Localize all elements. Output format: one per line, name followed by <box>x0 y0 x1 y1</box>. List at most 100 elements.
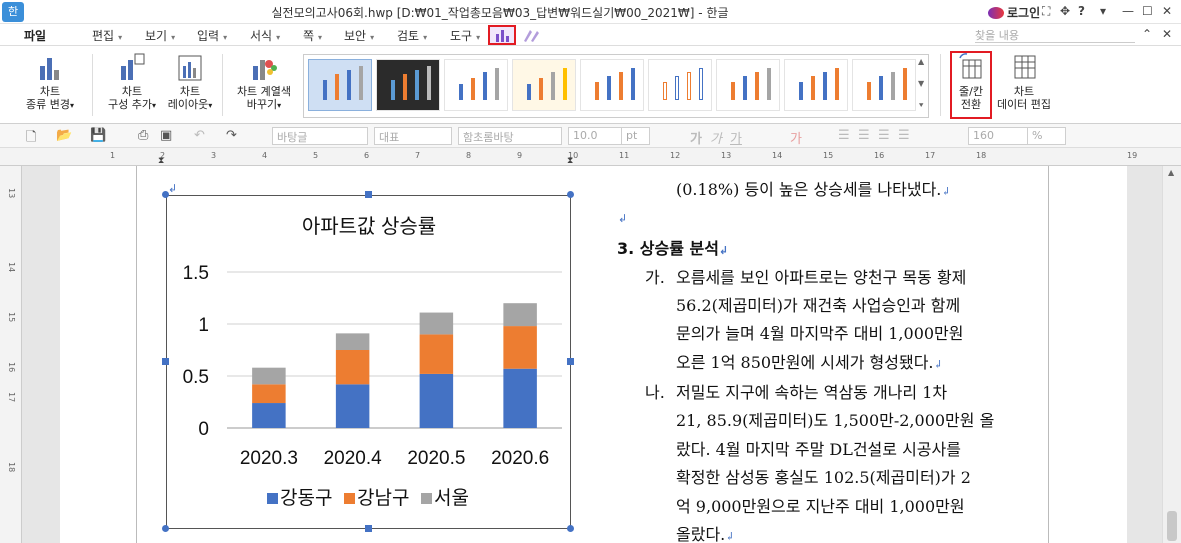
bar-segment[interactable] <box>335 384 370 428</box>
undo-icon[interactable]: ↶ <box>194 128 205 143</box>
font-size-input[interactable]: 10.0 <box>568 127 622 145</box>
font-color-icon[interactable]: 가 <box>790 128 802 147</box>
body-line[interactable]: 랐다. 4월 마지막 주말 DL건설로 시공사를 <box>676 436 961 460</box>
underline-icon[interactable]: 가 <box>730 128 742 147</box>
italic-icon[interactable]: 가 <box>710 128 722 147</box>
bar-segment[interactable] <box>419 373 454 428</box>
right-indent-marker-icon[interactable]: ⧗ <box>567 156 573 166</box>
vertical-scrollbar[interactable]: ▲ <box>1162 166 1181 543</box>
gallery-more-icon[interactable]: ⯆ <box>918 101 924 111</box>
fullscreen-icon[interactable]: ⛶ <box>1042 4 1050 19</box>
resize-handle[interactable] <box>162 525 169 532</box>
align-justify-icon[interactable]: ☰ <box>838 128 850 143</box>
chart-style-gallery[interactable]: ▲ ▼ ⯆ <box>303 54 929 118</box>
ribbon-toggle-icon[interactable]: ▾ <box>1100 4 1106 18</box>
menu-view[interactable]: 보기 ▾ <box>145 27 175 44</box>
chart-style-thumb[interactable] <box>512 59 576 111</box>
bar-segment[interactable] <box>335 333 370 350</box>
chart-style-thumb[interactable] <box>580 59 644 111</box>
doc-close-icon[interactable]: ✕ <box>1162 27 1172 41</box>
body-line[interactable]: 저밀도 지구에 속하는 역삼동 개나리 1차 <box>676 379 947 403</box>
section-heading[interactable]: 3. 상승률 분석↲ <box>617 235 728 259</box>
bar-segment[interactable] <box>419 334 454 374</box>
bar-segment[interactable] <box>252 367 286 385</box>
bar-segment[interactable] <box>503 303 537 327</box>
menu-review[interactable]: 검토 ▾ <box>397 27 427 44</box>
body-line[interactable]: 올랐다.↲ <box>676 521 734 543</box>
chart-style-thumb[interactable] <box>444 59 508 111</box>
resize-handle[interactable] <box>365 191 372 198</box>
menu-tools[interactable]: 도구 ▾ <box>450 27 480 44</box>
bar-segment[interactable] <box>252 403 286 428</box>
resize-handle[interactable] <box>567 525 574 532</box>
chart-style-thumb[interactable] <box>716 59 780 111</box>
align-center-icon[interactable]: ☰ <box>878 128 890 143</box>
menu-page[interactable]: 쪽 ▾ <box>303 27 322 44</box>
bold-icon[interactable]: 가 <box>690 128 702 147</box>
chevron-up-icon[interactable]: ⌃ <box>1142 27 1152 41</box>
chart-style-thumb[interactable] <box>376 59 440 111</box>
zoom-input[interactable]: 160 <box>968 127 1028 145</box>
resize-handle[interactable] <box>567 358 574 365</box>
chart-style-thumb[interactable] <box>308 59 372 111</box>
vertical-ruler[interactable]: 13 14 15 16 17 18 <box>0 166 22 543</box>
body-line[interactable]: 확정한 삼성동 홍실도 102.5(제곱미터)가 2 <box>676 464 971 488</box>
horizontal-ruler[interactable]: 1 2 3 4 5 6 7 8 9 10 11 12 13 14 15 16 1… <box>0 148 1181 166</box>
login-button[interactable]: 로그인 <box>988 4 1040 21</box>
align-right-icon[interactable]: ☰ <box>898 128 910 143</box>
new-document-icon[interactable]: 🗋 <box>26 128 36 150</box>
bar-segment[interactable] <box>419 312 454 335</box>
language-select[interactable]: 대표 <box>374 127 452 145</box>
print-icon[interactable]: ⎙ <box>138 128 148 143</box>
gallery-up-icon[interactable]: ▲ <box>918 57 924 66</box>
bar-segment[interactable] <box>252 384 286 404</box>
preview-icon[interactable]: ▣ <box>160 128 172 143</box>
font-select[interactable]: 함초롬바탕 <box>458 127 562 145</box>
bar-segment[interactable] <box>503 368 537 428</box>
body-line[interactable]: (0.18%) 등이 높은 상승세를 나타냈다.↲ <box>676 176 951 200</box>
close-icon[interactable]: ✕ <box>1162 4 1172 18</box>
menu-edit[interactable]: 편집 ▾ <box>92 27 122 44</box>
menu-format[interactable]: 서식 ▾ <box>250 27 280 44</box>
redo-icon[interactable]: ↷ <box>226 128 237 143</box>
resize-handle[interactable] <box>162 191 169 198</box>
chart-design-tab[interactable] <box>488 25 516 45</box>
switch-row-column-button[interactable]: 줄/칸 전환 <box>952 52 990 111</box>
chart-style-thumb[interactable] <box>784 59 848 111</box>
body-line[interactable]: 56.2(제곱미터)가 재건축 사업승인과 함께 <box>676 292 960 316</box>
change-series-color-button[interactable]: 차트 계열색 바꾸기▾ <box>230 52 298 112</box>
move-icon[interactable]: ✥ <box>1060 4 1070 18</box>
gallery-down-icon[interactable]: ▼ <box>918 79 924 88</box>
scroll-thumb[interactable] <box>1167 511 1177 541</box>
style-select[interactable]: 바탕글 <box>272 127 368 145</box>
help-icon[interactable]: ? <box>1078 4 1085 18</box>
chart-style-thumb[interactable] <box>648 59 712 111</box>
body-line[interactable]: 오른 1억 850만원에 시세가 형성됐다.↲ <box>676 349 943 373</box>
scroll-up-icon[interactable]: ▲ <box>1168 168 1174 177</box>
body-line[interactable]: 오름세를 보인 아파트로는 양천구 목동 황제 <box>676 264 1028 288</box>
zoom-unit[interactable]: % <box>1028 127 1066 145</box>
maximize-icon[interactable]: ☐ <box>1142 4 1153 18</box>
align-left-icon[interactable]: ☰ <box>858 128 870 143</box>
resize-handle[interactable] <box>365 525 372 532</box>
menu-insert[interactable]: 입력 ▾ <box>197 27 227 44</box>
open-folder-icon[interactable]: 📂 <box>56 128 72 143</box>
chart-format-tab[interactable] <box>518 26 544 44</box>
indent-marker-icon[interactable]: ⧗ <box>158 156 164 166</box>
chart-layout-button[interactable]: 차트 레이아웃▾ <box>164 52 216 112</box>
body-line[interactable]: 억 9,000만원으로 지난주 대비 1,000만원 <box>676 493 965 517</box>
change-chart-type-button[interactable]: 차트 종류 변경▾ <box>18 52 82 112</box>
add-chart-element-button[interactable]: 차트 구성 추가▾ <box>100 52 164 112</box>
menu-file[interactable]: 파일 <box>24 27 46 44</box>
chart-style-thumb[interactable] <box>852 59 916 111</box>
font-unit-select[interactable]: pt <box>622 127 650 145</box>
body-line[interactable]: 문의가 늘며 4월 마지막주 대비 1,000만원 <box>676 320 964 344</box>
save-icon[interactable]: 💾 <box>90 128 106 143</box>
edit-chart-data-button[interactable]: 차트 데이터 편집 <box>994 52 1054 111</box>
bar-segment[interactable] <box>503 326 537 369</box>
resize-handle[interactable] <box>567 191 574 198</box>
menu-security[interactable]: 보안 ▾ <box>344 27 374 44</box>
bar-segment[interactable] <box>335 350 370 385</box>
body-line[interactable]: 21, 85.9(제곱미터)도 1,500만-2,000만원 올 <box>676 407 994 431</box>
minimize-icon[interactable]: — <box>1122 4 1134 18</box>
